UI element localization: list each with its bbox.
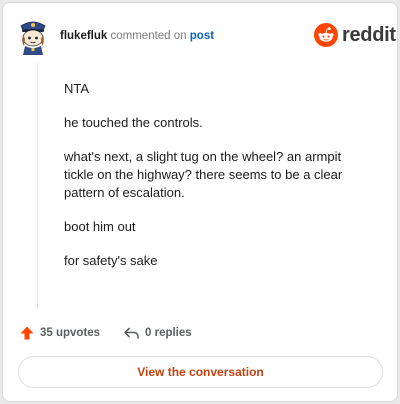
user-avatar[interactable] (16, 17, 50, 55)
upvotes-count: 35 upvotes (40, 327, 101, 339)
reddit-snoo-icon (314, 23, 338, 47)
view-conversation-button[interactable]: View the conversation (18, 356, 383, 388)
comment-paragraph: he touched the controls. (64, 115, 203, 130)
comment-body: NTA he touched the controls. what's next… (64, 80, 374, 286)
reply-arrow-icon (124, 327, 139, 339)
reddit-logo[interactable]: reddit (314, 23, 396, 47)
thread-line[interactable] (37, 63, 38, 309)
upvote-arrow-icon (20, 326, 34, 340)
comment-paragraph: boot him out (64, 219, 136, 234)
replies-count: 0 replies (145, 327, 192, 339)
comment-embed-card: flukefluk commented on post reddit NTA h… (2, 2, 398, 402)
username-link[interactable]: flukefluk (60, 30, 107, 42)
comment-paragraph: what's next, a slight tug on the wheel? … (64, 149, 343, 200)
brand-wordmark: reddit (342, 24, 396, 46)
comment-paragraph: NTA (64, 81, 90, 96)
police-snoo-avatar-icon (20, 21, 46, 55)
post-link[interactable]: post (190, 30, 214, 42)
replies-stat[interactable]: 0 replies (123, 323, 192, 343)
action-text: commented on (110, 30, 187, 42)
upvotes-stat[interactable]: 35 upvotes (19, 323, 100, 343)
comment-header: flukefluk commented on post (60, 29, 214, 43)
comment-paragraph: for safety's sake (64, 253, 158, 268)
